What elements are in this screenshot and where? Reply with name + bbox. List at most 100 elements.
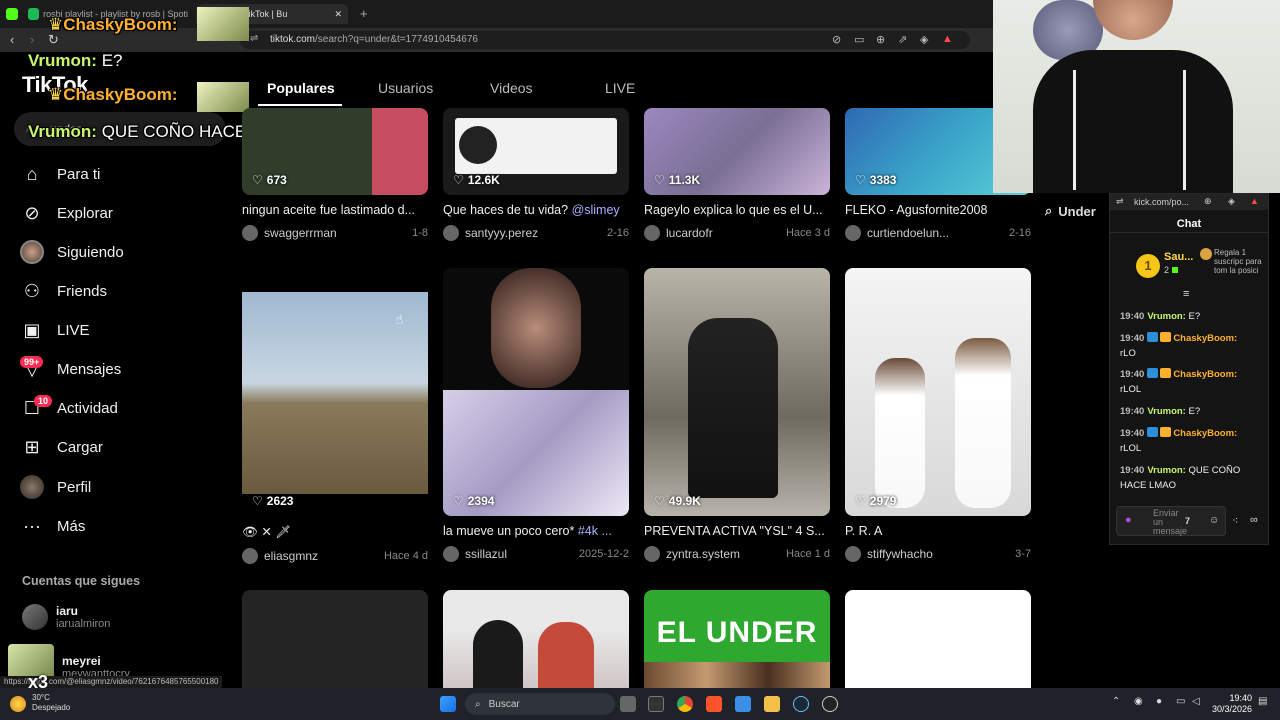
back-arrow-icon[interactable]: ‹	[10, 32, 14, 47]
tab-populares[interactable]: Populares	[267, 80, 335, 96]
more-options-icon[interactable]: ⁖	[1232, 514, 1238, 527]
weather-sun-icon[interactable]	[10, 696, 26, 712]
video-thumbnail[interactable]: ♡ 49.9K	[644, 268, 830, 516]
video-author[interactable]: swaggerrman	[264, 226, 337, 240]
chat-user[interactable]: Vrumon:	[1147, 465, 1186, 476]
kick-favicon-icon[interactable]	[6, 8, 18, 20]
tab-live[interactable]: LIVE	[605, 80, 635, 96]
hashtag-link[interactable]: #4k ...	[578, 524, 612, 538]
url-field[interactable]: ⇌ tiktok.com/search?q=under&t=1774910454…	[240, 31, 970, 49]
chevron-up-icon[interactable]: ⌃	[1112, 696, 1120, 707]
video-author[interactable]: eliasgmnz	[264, 549, 318, 563]
video-thumbnail[interactable]: ♡ 12.6K	[443, 108, 629, 195]
chrome-icon[interactable]	[677, 696, 693, 712]
discord-icon[interactable]: ◉	[1134, 696, 1143, 707]
brave-shield-icon[interactable]: ◈	[1228, 196, 1235, 207]
nav-para-ti[interactable]: ⌂ Para ti	[20, 159, 101, 189]
video-title[interactable]: P. R. A	[845, 524, 1031, 538]
video-author[interactable]: santyyy.perez	[465, 226, 538, 240]
video-card[interactable]: ♡ 11.3K Rageylo explica lo que es el U...…	[644, 108, 830, 241]
taskbar-search[interactable]: ⌕ Buscar	[465, 693, 615, 715]
nav-perfil[interactable]: Perfil	[20, 472, 91, 502]
file-explorer-icon[interactable]	[764, 696, 780, 712]
chat-user[interactable]: Vrumon:	[1147, 406, 1186, 417]
video-card[interactable]: ♡ 12.6K Que haces de tu vida? @slimey san…	[443, 108, 629, 241]
avatar[interactable]	[443, 546, 459, 562]
7tv-icon[interactable]: 7	[1185, 516, 1190, 526]
task-view-icon[interactable]	[620, 696, 636, 712]
forward-arrow-icon[interactable]: ›	[30, 32, 34, 47]
volume-icon[interactable]: ◁	[1192, 696, 1200, 707]
mention-link[interactable]: @slimey	[572, 203, 620, 217]
video-author[interactable]: ssillazul	[465, 547, 507, 561]
avatar[interactable]	[443, 225, 459, 241]
nav-mas[interactable]: ··· Más	[20, 511, 85, 541]
epic-games-icon[interactable]	[648, 696, 664, 712]
nav-cargar[interactable]: ⊞ Cargar	[20, 432, 102, 462]
avatar[interactable]	[644, 225, 660, 241]
translate-icon[interactable]: ⊘	[832, 33, 841, 46]
video-thumbnail[interactable]	[443, 590, 629, 688]
video-thumbnail[interactable]: ♡ 673	[242, 108, 428, 195]
video-card[interactable]: ♡ 2394 la mueve un poco cero* #4k ... ssi…	[443, 268, 629, 562]
video-title[interactable]: 👁 ✕ 🗡	[242, 524, 428, 540]
avatar[interactable]	[242, 225, 258, 241]
video-thumbnail[interactable]: EL UNDER	[644, 590, 830, 688]
brave-icon[interactable]	[706, 696, 722, 712]
weather-widget[interactable]: 30°C Despejado	[32, 693, 70, 713]
store-icon[interactable]	[735, 696, 751, 712]
video-title[interactable]: la mueve un poco cero* #4k ...	[443, 524, 629, 538]
steam-icon[interactable]	[793, 696, 809, 712]
brave-shield-icon[interactable]: ◈	[920, 33, 928, 46]
collapse-icon[interactable]: ≡	[1183, 288, 1189, 300]
video-thumbnail[interactable]	[845, 590, 1031, 688]
windows-start-icon[interactable]	[440, 696, 456, 712]
video-thumbnail[interactable]: ♡ 2394	[443, 268, 629, 516]
video-title[interactable]: ningun aceite fue lastimado d...	[242, 203, 428, 217]
following-item[interactable]: iaru iarualmiron	[22, 604, 110, 630]
video-author[interactable]: zyntra.system	[666, 547, 740, 561]
video-card[interactable]: ♡ 673 ningun aceite fue lastimado d... sw…	[242, 108, 428, 241]
chat-user[interactable]: ChaskyBoom:	[1173, 428, 1237, 439]
emoji-icon[interactable]: ☺	[1209, 515, 1219, 526]
video-title[interactable]: PREVENTA ACTIVA "YSL" 4 S...	[644, 524, 830, 538]
network-icon[interactable]: ▭	[1176, 696, 1185, 707]
nav-live[interactable]: ▣ LIVE	[20, 315, 89, 345]
kick-url[interactable]: kick.com/po...	[1134, 197, 1189, 207]
video-card[interactable]: ♡ 49.9K PREVENTA ACTIVA "YSL" 4 S... zynt…	[644, 268, 830, 562]
video-thumbnail[interactable]: ♡ 11.3K	[644, 108, 830, 195]
site-info-icon[interactable]: ⇌	[1116, 196, 1124, 207]
avatar[interactable]	[644, 546, 660, 562]
avatar[interactable]	[845, 225, 861, 241]
video-thumbnail[interactable]: ♡ 2979	[845, 268, 1031, 516]
chat-user[interactable]: ChaskyBoom:	[1173, 333, 1237, 344]
zoom-icon[interactable]: ⊕	[1204, 196, 1212, 207]
infinity-icon[interactable]: ∞	[1250, 514, 1258, 526]
video-title[interactable]: Que haces de tu vida? @slimey	[443, 203, 629, 217]
plus-icon[interactable]: +	[360, 6, 368, 21]
video-card[interactable]: ♡ 2979 P. R. A stiffywhacho 3-7	[845, 268, 1031, 562]
notification-bell-icon[interactable]: ▤	[1258, 696, 1267, 707]
chat-user[interactable]: ChaskyBoom:	[1173, 369, 1237, 380]
video-title[interactable]: FLEKO - Agusfornite2008	[845, 203, 1031, 217]
chat-user[interactable]: Vrumon:	[1147, 311, 1186, 322]
chat-input[interactable]: ● Enviar un mensaje 7 ☺	[1116, 506, 1226, 536]
video-title[interactable]: Rageylo explica lo que es el U...	[644, 203, 830, 217]
microphone-icon[interactable]: ●	[1125, 514, 1132, 526]
cast-icon[interactable]: ▭	[854, 33, 864, 46]
brave-rewards-icon[interactable]: ▲	[942, 33, 953, 45]
zoom-icon[interactable]: ⊕	[876, 33, 885, 46]
obs-icon[interactable]	[822, 696, 838, 712]
share-icon[interactable]: ⇗	[898, 33, 907, 46]
clock[interactable]: 19:40 30/3/2026	[1212, 693, 1252, 715]
avatar[interactable]	[845, 546, 861, 562]
brave-rewards-icon[interactable]: ▲	[1250, 196, 1259, 206]
tab-videos[interactable]: Videos	[490, 80, 533, 96]
site-info-icon[interactable]: ⇌	[250, 33, 258, 44]
video-author[interactable]: curtiendoelun...	[867, 226, 949, 240]
nav-explorar[interactable]: ⊘ Explorar	[20, 198, 112, 228]
video-thumbnail[interactable]	[242, 590, 428, 688]
nav-friends[interactable]: ⚇ Friends	[20, 276, 107, 306]
microphone-icon[interactable]: ●	[1156, 696, 1162, 707]
avatar[interactable]	[242, 548, 258, 564]
